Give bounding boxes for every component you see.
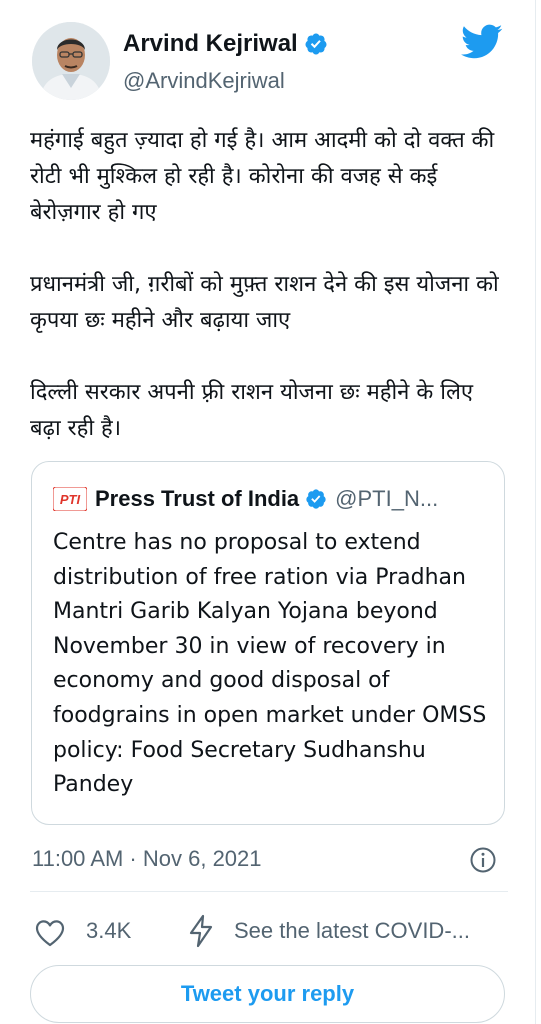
avatar[interactable]: [32, 22, 110, 100]
author-name[interactable]: Arvind Kejriwal: [123, 30, 298, 58]
tweet-paragraph: महंगाई बहुत ज़्यादा हो गई है। आम आदमी को…: [30, 128, 495, 225]
info-icon[interactable]: [469, 846, 497, 874]
tweet-text: महंगाई बहुत ज़्यादा हो गई है। आम आदमी को…: [30, 123, 510, 447]
quoted-author-handle: @PTI_N...: [335, 486, 439, 511]
quoted-author-name: Press Trust of India: [95, 486, 300, 511]
pti-logo: PTI: [53, 487, 87, 511]
quoted-tweet-header: PTI Press Trust of India @PTI_N...: [53, 486, 438, 512]
divider: [30, 891, 508, 892]
like-count[interactable]: 3.4K: [86, 918, 131, 944]
covid-info-link[interactable]: See the latest COVID-...: [234, 918, 470, 944]
tweet-card: Arvind Kejriwal @ArvindKejriwal महंगाई ब…: [0, 0, 536, 1024]
tweet-paragraph: दिल्ली सरकार अपनी फ़्री राशन योजना छः मह…: [30, 380, 474, 441]
author-name-row[interactable]: Arvind Kejriwal: [123, 30, 328, 58]
quoted-tweet[interactable]: PTI Press Trust of India @PTI_N... Centr…: [31, 461, 505, 825]
verified-badge-icon: [305, 33, 327, 55]
verified-badge-icon: [306, 489, 326, 509]
author-handle[interactable]: @ArvindKejriwal: [123, 68, 285, 94]
tweet-reply-button[interactable]: Tweet your reply: [30, 965, 505, 1023]
pti-logo-text: PTI: [60, 492, 81, 507]
twitter-bird-icon[interactable]: [461, 24, 503, 60]
tweet-paragraph: प्रधानमंत्री जी, ग़रीबों को मुफ़्त राशन …: [30, 272, 499, 333]
bolt-icon: [189, 914, 213, 948]
tweet-timestamp[interactable]: 11:00 AM · Nov 6, 2021: [32, 846, 262, 872]
heart-icon[interactable]: [34, 918, 66, 948]
quoted-tweet-text: Centre has no proposal to extend distrib…: [53, 530, 487, 798]
